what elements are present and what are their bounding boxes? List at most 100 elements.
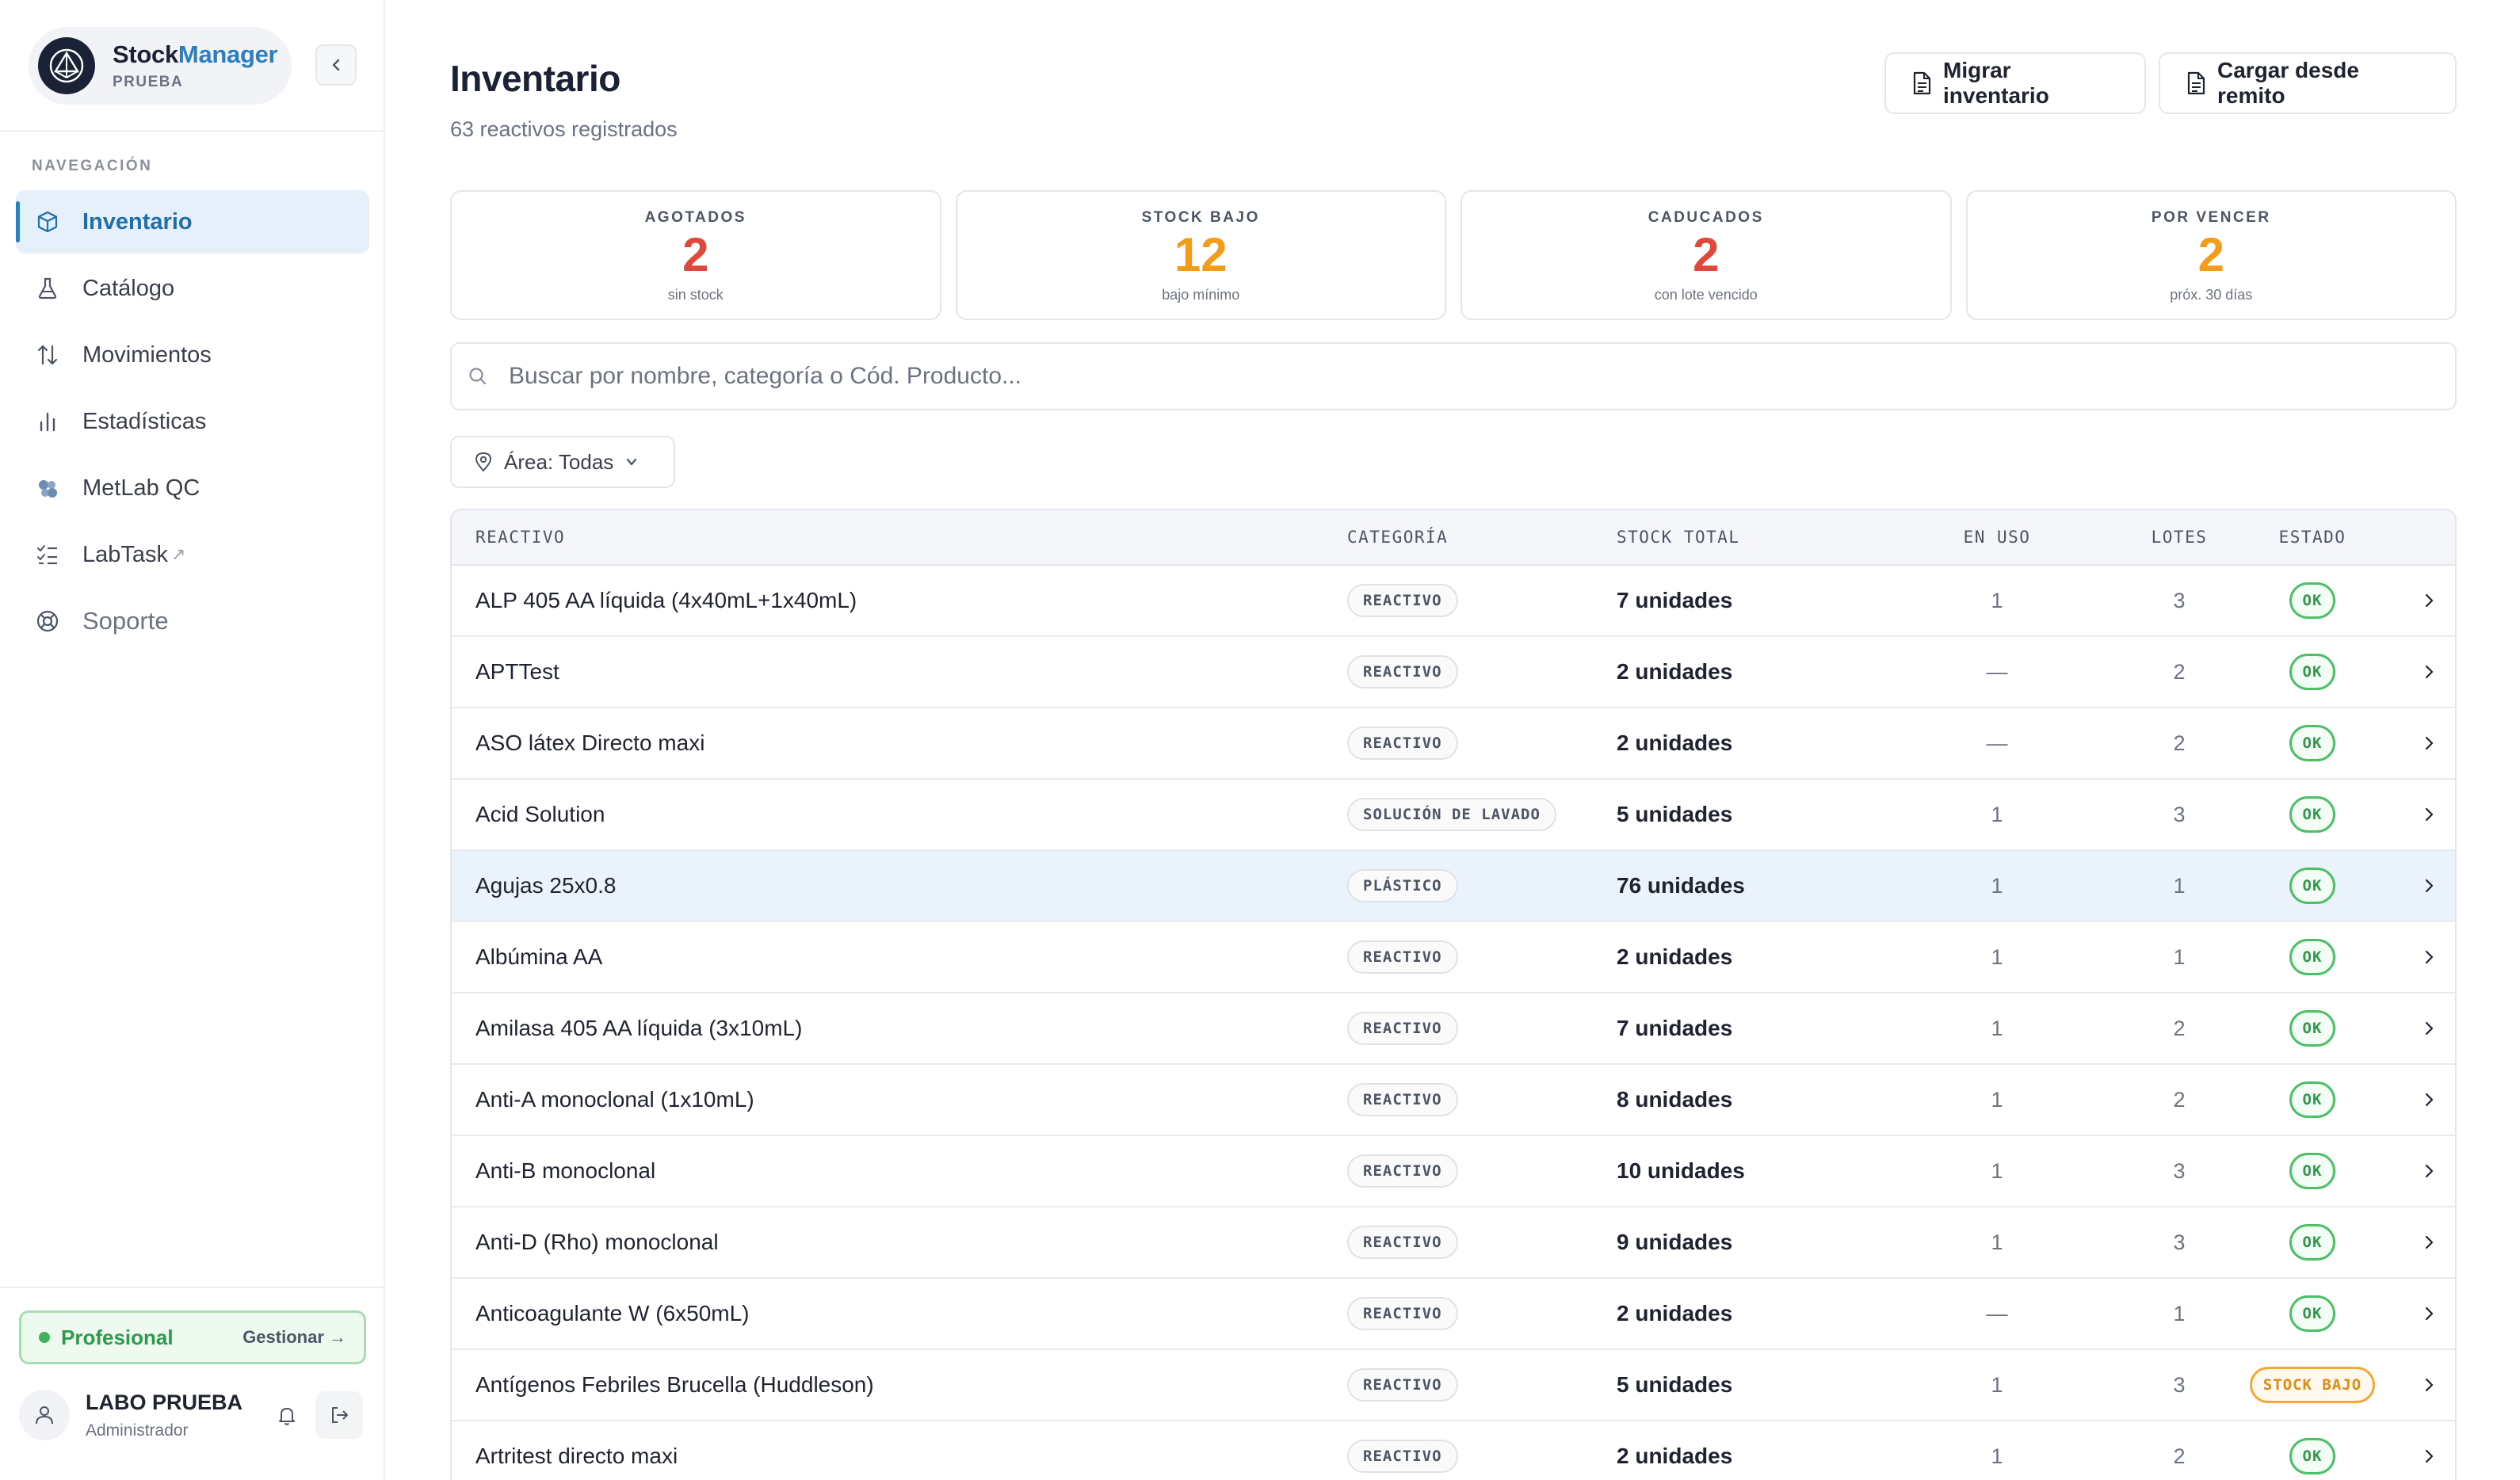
status-badge: OK — [2289, 1224, 2336, 1261]
table-row[interactable]: Anti-D (Rho) monoclonal REACTIVO 9 unida… — [452, 1207, 2455, 1279]
notifications-button[interactable] — [269, 1398, 304, 1432]
page-subtitle: 63 reactivos registrados — [450, 117, 678, 141]
load-from-remito-button[interactable]: Cargar desde remito — [2159, 52, 2457, 114]
plan-badge[interactable]: Profesional Gestionar → — [19, 1310, 366, 1364]
page-title: Inventario — [450, 58, 620, 99]
checklist-icon — [35, 542, 60, 567]
stat-note: sin stock — [667, 287, 724, 303]
table-row[interactable]: ALP 405 AA líquida (4x40mL+1x40mL) REACT… — [452, 566, 2455, 637]
logout-button[interactable] — [315, 1391, 363, 1439]
chevron-down-icon — [624, 455, 639, 469]
chevron-right-icon[interactable] — [2409, 1207, 2449, 1277]
area-filter-dropdown[interactable]: Área: Todas — [450, 436, 675, 488]
nav-item-soporte[interactable]: Soporte — [16, 589, 369, 653]
nav-item-metlab-qc[interactable]: MetLab QC — [16, 456, 369, 520]
stats-cards: AGOTADOS 2 sin stock STOCK BAJO 12 bajo … — [450, 190, 2457, 320]
avatar[interactable] — [19, 1390, 70, 1440]
document-icon — [2186, 71, 2206, 95]
chevron-right-icon[interactable] — [2409, 708, 2449, 778]
box-icon — [35, 209, 60, 235]
chevron-left-icon — [332, 59, 340, 71]
category-tag: REACTIVO — [1347, 655, 1458, 689]
en-uso: 1 — [1991, 1372, 2003, 1397]
reactivo-name: Amilasa 405 AA líquida (3x10mL) — [475, 1016, 803, 1040]
chevron-right-icon[interactable] — [2409, 1350, 2449, 1420]
table-row[interactable]: APTTest REACTIVO 2 unidades — 2 OK — [452, 637, 2455, 708]
header-reactivo[interactable]: REACTIVO — [475, 510, 565, 564]
brand-subtitle: PRUEBA — [113, 74, 184, 90]
chevron-right-icon[interactable] — [2409, 566, 2449, 635]
table-row[interactable]: Agujas 25x0.8 PLÁSTICO 76 unidades 1 1 O… — [452, 851, 2455, 922]
nav-item-estadisticas[interactable]: Estadísticas — [16, 390, 369, 453]
stat-card-agotados[interactable]: AGOTADOS 2 sin stock — [450, 190, 941, 320]
en-uso: 1 — [1991, 1016, 2003, 1040]
chevron-right-icon[interactable] — [2409, 1065, 2449, 1135]
reactivo-name: Anti-D (Rho) monoclonal — [475, 1230, 719, 1254]
chevron-right-icon[interactable] — [2409, 780, 2449, 849]
header-categoria[interactable]: CATEGORÍA — [1347, 510, 1448, 564]
header-stock-total[interactable]: STOCK TOTAL — [1617, 510, 1740, 564]
arrows-updown-icon — [35, 342, 60, 368]
search-input[interactable] — [509, 363, 2411, 390]
category-tag: REACTIVO — [1347, 1012, 1458, 1045]
table-row[interactable]: Anticoagulante W (6x50mL) REACTIVO 2 uni… — [452, 1279, 2455, 1350]
puzzle-icon — [35, 475, 60, 501]
stock-total: 2 unidades — [1617, 730, 1733, 755]
table-row[interactable]: Amilasa 405 AA líquida (3x10mL) REACTIVO… — [452, 994, 2455, 1065]
brand-badge[interactable]: StockManager PRUEBA — [29, 27, 292, 105]
header-en-uso[interactable]: EN USO — [1910, 510, 2084, 564]
chevron-right-icon[interactable] — [2409, 1279, 2449, 1348]
stat-note: próx. 30 días — [2170, 287, 2253, 303]
table-row[interactable]: Antígenos Febriles Brucella (Huddleson) … — [452, 1350, 2455, 1421]
chevron-right-icon[interactable] — [2409, 922, 2449, 992]
nav-item-movimientos[interactable]: Movimientos — [16, 323, 369, 387]
reactivo-name: Agujas 25x0.8 — [475, 873, 617, 898]
nav-item-label: Inventario — [82, 208, 193, 235]
category-tag: SOLUCIÓN DE LAVADO — [1347, 798, 1556, 831]
stock-total: 9 unidades — [1617, 1230, 1733, 1254]
plan-label: Profesional — [61, 1325, 174, 1349]
table-row[interactable]: Albúmina AA REACTIVO 2 unidades 1 1 OK — [452, 922, 2455, 994]
collapse-sidebar-button[interactable] — [315, 44, 357, 86]
logout-icon — [332, 1407, 348, 1423]
en-uso: 1 — [1991, 1444, 2003, 1468]
category-tag: REACTIVO — [1347, 1297, 1458, 1330]
lifebuoy-icon — [35, 608, 60, 634]
table-row[interactable]: Artritest directo maxi REACTIVO 2 unidad… — [452, 1421, 2455, 1480]
nav-item-labtask[interactable]: LabTask ↗ — [16, 523, 369, 586]
reactivo-name: Albúmina AA — [475, 944, 603, 969]
chevron-right-icon[interactable] — [2409, 851, 2449, 921]
table-row[interactable]: Anti-B monoclonal REACTIVO 10 unidades 1… — [452, 1136, 2455, 1207]
category-tag: REACTIVO — [1347, 940, 1458, 974]
stock-total: 7 unidades — [1617, 1016, 1733, 1040]
stat-card-caducados[interactable]: CADUCADOS 2 con lote vencido — [1460, 190, 1952, 320]
stat-card-stock-bajo[interactable]: STOCK BAJO 12 bajo mínimo — [955, 190, 1446, 320]
manage-plan-link[interactable]: Gestionar → — [242, 1327, 346, 1348]
chevron-right-icon[interactable] — [2409, 1136, 2449, 1206]
status-badge: OK — [2289, 1295, 2336, 1332]
status-badge: OK — [2289, 654, 2336, 690]
migrate-inventory-button[interactable]: Migrar inventario — [1884, 52, 2146, 114]
table-row[interactable]: Anti-A monoclonal (1x10mL) REACTIVO 8 un… — [452, 1065, 2455, 1136]
table-row[interactable]: Acid Solution SOLUCIÓN DE LAVADO 5 unida… — [452, 780, 2455, 851]
status-badge: STOCK BAJO — [2249, 1367, 2376, 1403]
table-row[interactable]: ASO látex Directo maxi REACTIVO 2 unidad… — [452, 708, 2455, 780]
en-uso: 1 — [1991, 1230, 2003, 1254]
reactivo-name: ASO látex Directo maxi — [475, 730, 705, 755]
chevron-right-icon[interactable] — [2409, 637, 2449, 707]
status-badge: OK — [2289, 796, 2336, 833]
stat-note: con lote vencido — [1654, 287, 1758, 303]
chevron-right-icon[interactable] — [2409, 994, 2449, 1063]
nav-item-label: LabTask — [82, 541, 169, 567]
chevron-right-icon[interactable] — [2409, 1421, 2449, 1480]
nav-item-catalogo[interactable]: Catálogo — [16, 257, 369, 320]
stat-value: 2 — [682, 228, 709, 281]
status-badge: OK — [2289, 582, 2336, 619]
stat-note: bajo mínimo — [1162, 287, 1240, 303]
nav-item-inventario[interactable]: Inventario — [16, 190, 369, 254]
stock-total: 2 unidades — [1617, 1301, 1733, 1326]
stock-total: 2 unidades — [1617, 944, 1733, 969]
category-tag: REACTIVO — [1347, 727, 1458, 760]
header-estado[interactable]: ESTADO — [2233, 510, 2392, 564]
stat-card-por-vencer[interactable]: POR VENCER 2 próx. 30 días — [1965, 190, 2457, 320]
